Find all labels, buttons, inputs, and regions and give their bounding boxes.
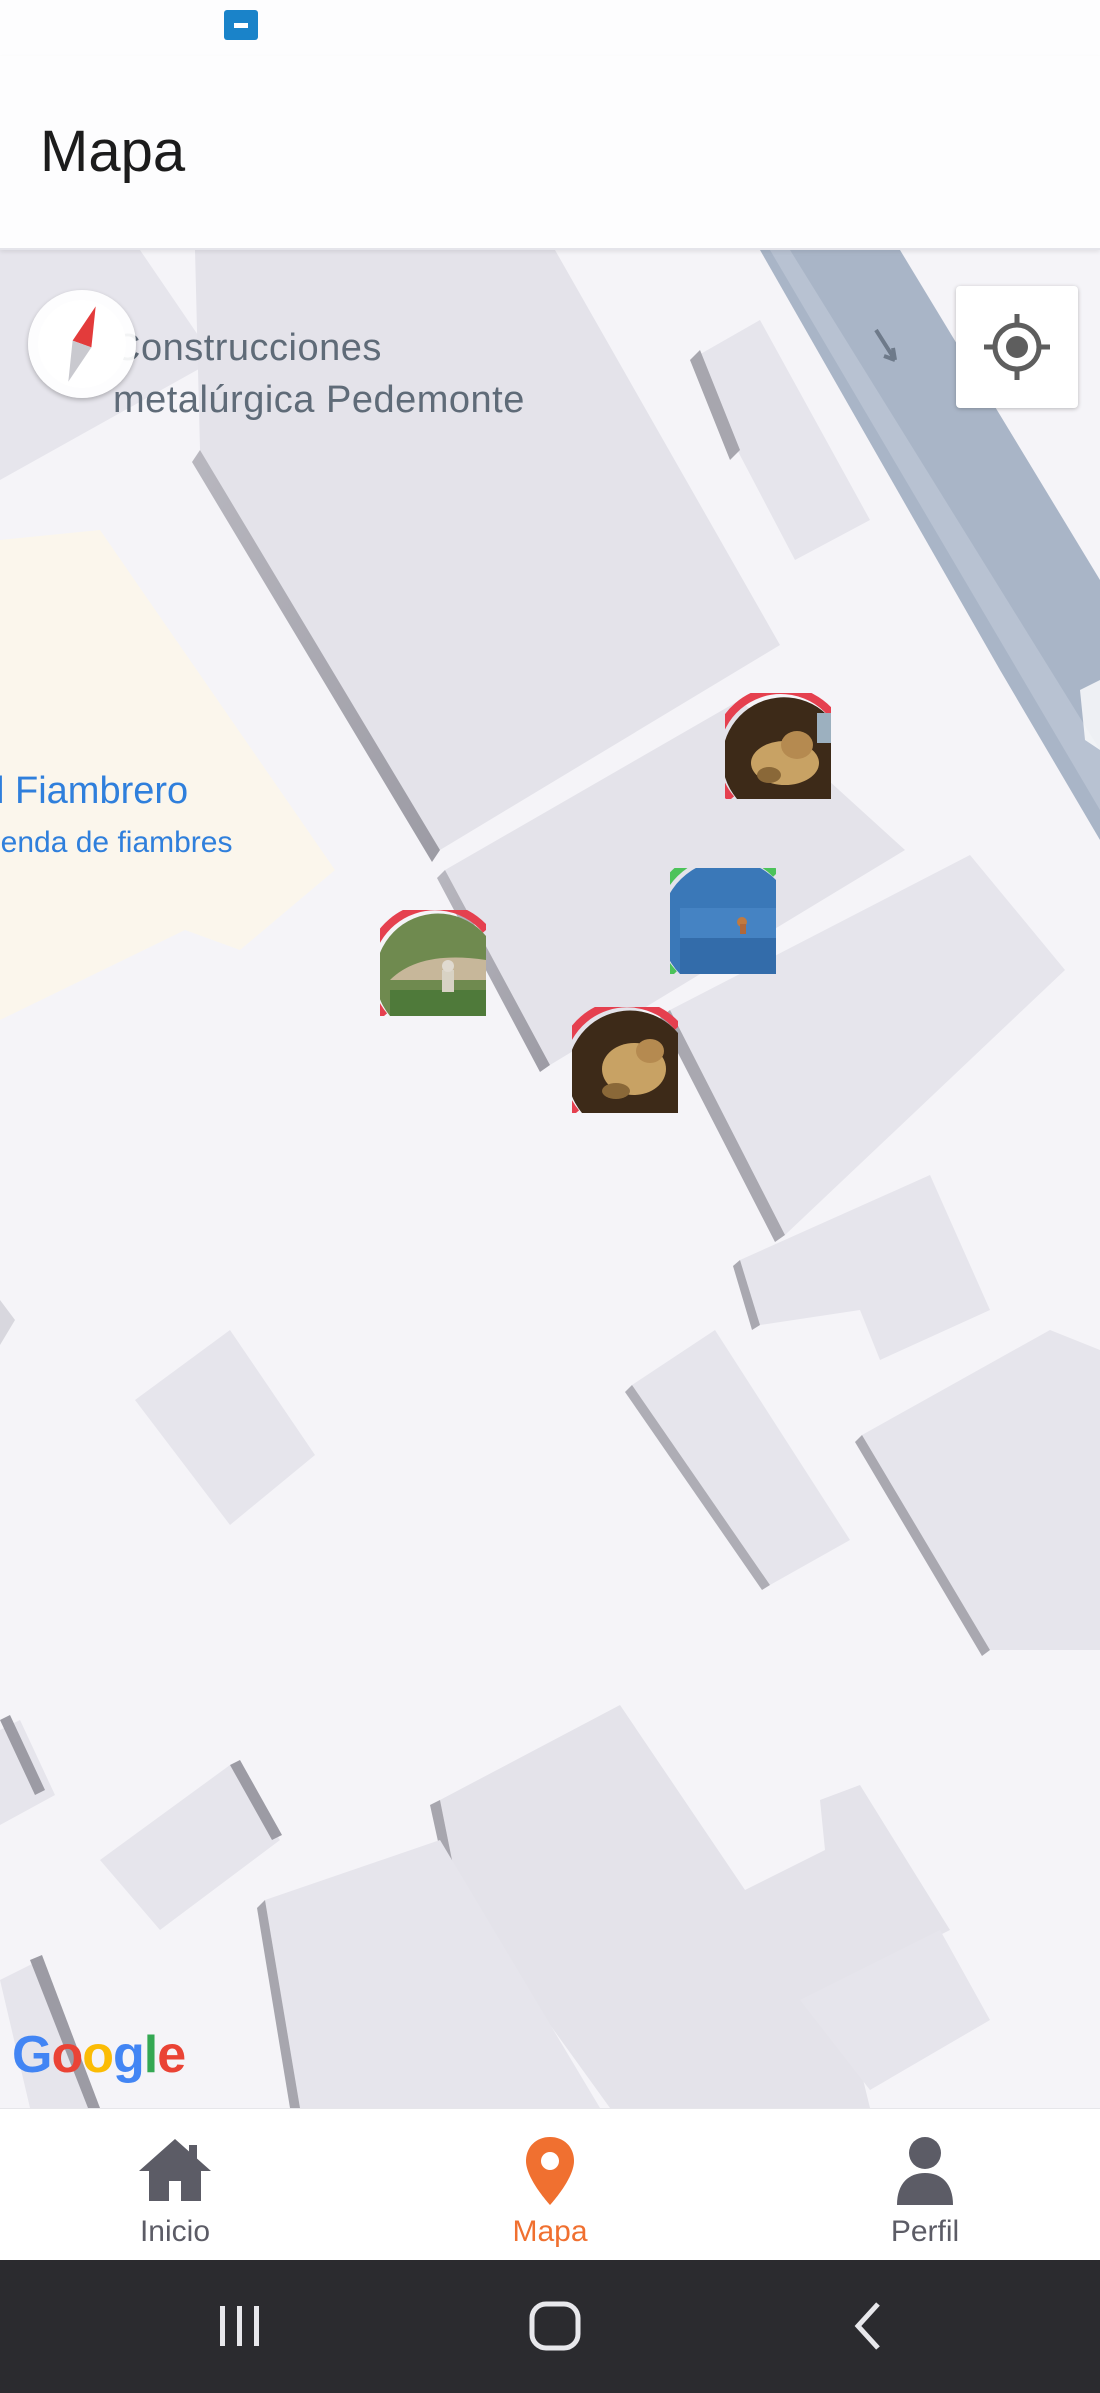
my-location-button[interactable] [956,286,1078,408]
back-icon[interactable] [840,2296,900,2356]
poi-label-fiambrero[interactable]: l Fiambrero [0,770,188,813]
compass-button[interactable] [28,290,136,398]
nav-label-mapa: Mapa [512,2215,588,2248]
nav-item-perfil[interactable]: Perfil [745,2109,1100,2261]
home-button-icon[interactable] [520,2296,590,2356]
poi-category-fiambrero: ienda de fiambres [0,826,233,859]
pet-marker-3[interactable] [380,910,486,1016]
notification-icon [224,10,258,40]
poi-label-construcciones[interactable]: Construcciones metalúrgica Pedemonte [113,322,525,426]
pet-marker-2[interactable] [670,868,776,974]
person-icon [897,2137,953,2205]
app-bar: Mapa [0,56,1100,250]
nav-item-inicio[interactable]: Inicio [0,2109,355,2261]
page-title: Mapa [40,119,186,184]
nav-label-inicio: Inicio [139,2215,211,2248]
home-icon [139,2139,211,2201]
nav-label-perfil: Perfil [890,2215,960,2248]
location-pin-icon [526,2137,574,2205]
recent-apps-icon[interactable] [210,2296,270,2356]
map-view[interactable]: Construcciones metalúrgica Pedemonte l F… [0,250,1100,2108]
pet-marker-1[interactable] [725,693,831,799]
system-navigation-bar [0,2260,1100,2393]
bottom-navigation: Inicio Mapa Perfil [0,2108,1100,2260]
google-logo: Google [12,2026,186,2084]
poi-name-line1: Construcciones [113,327,382,369]
crosshair-icon [984,314,1050,380]
status-bar [0,0,1100,56]
map-tiles [0,250,1100,2108]
pet-marker-4[interactable] [572,1007,678,1113]
compass-icon [38,300,126,388]
nav-item-mapa[interactable]: Mapa [370,2109,730,2261]
poi-name-line2: metalúrgica Pedemonte [113,379,525,421]
